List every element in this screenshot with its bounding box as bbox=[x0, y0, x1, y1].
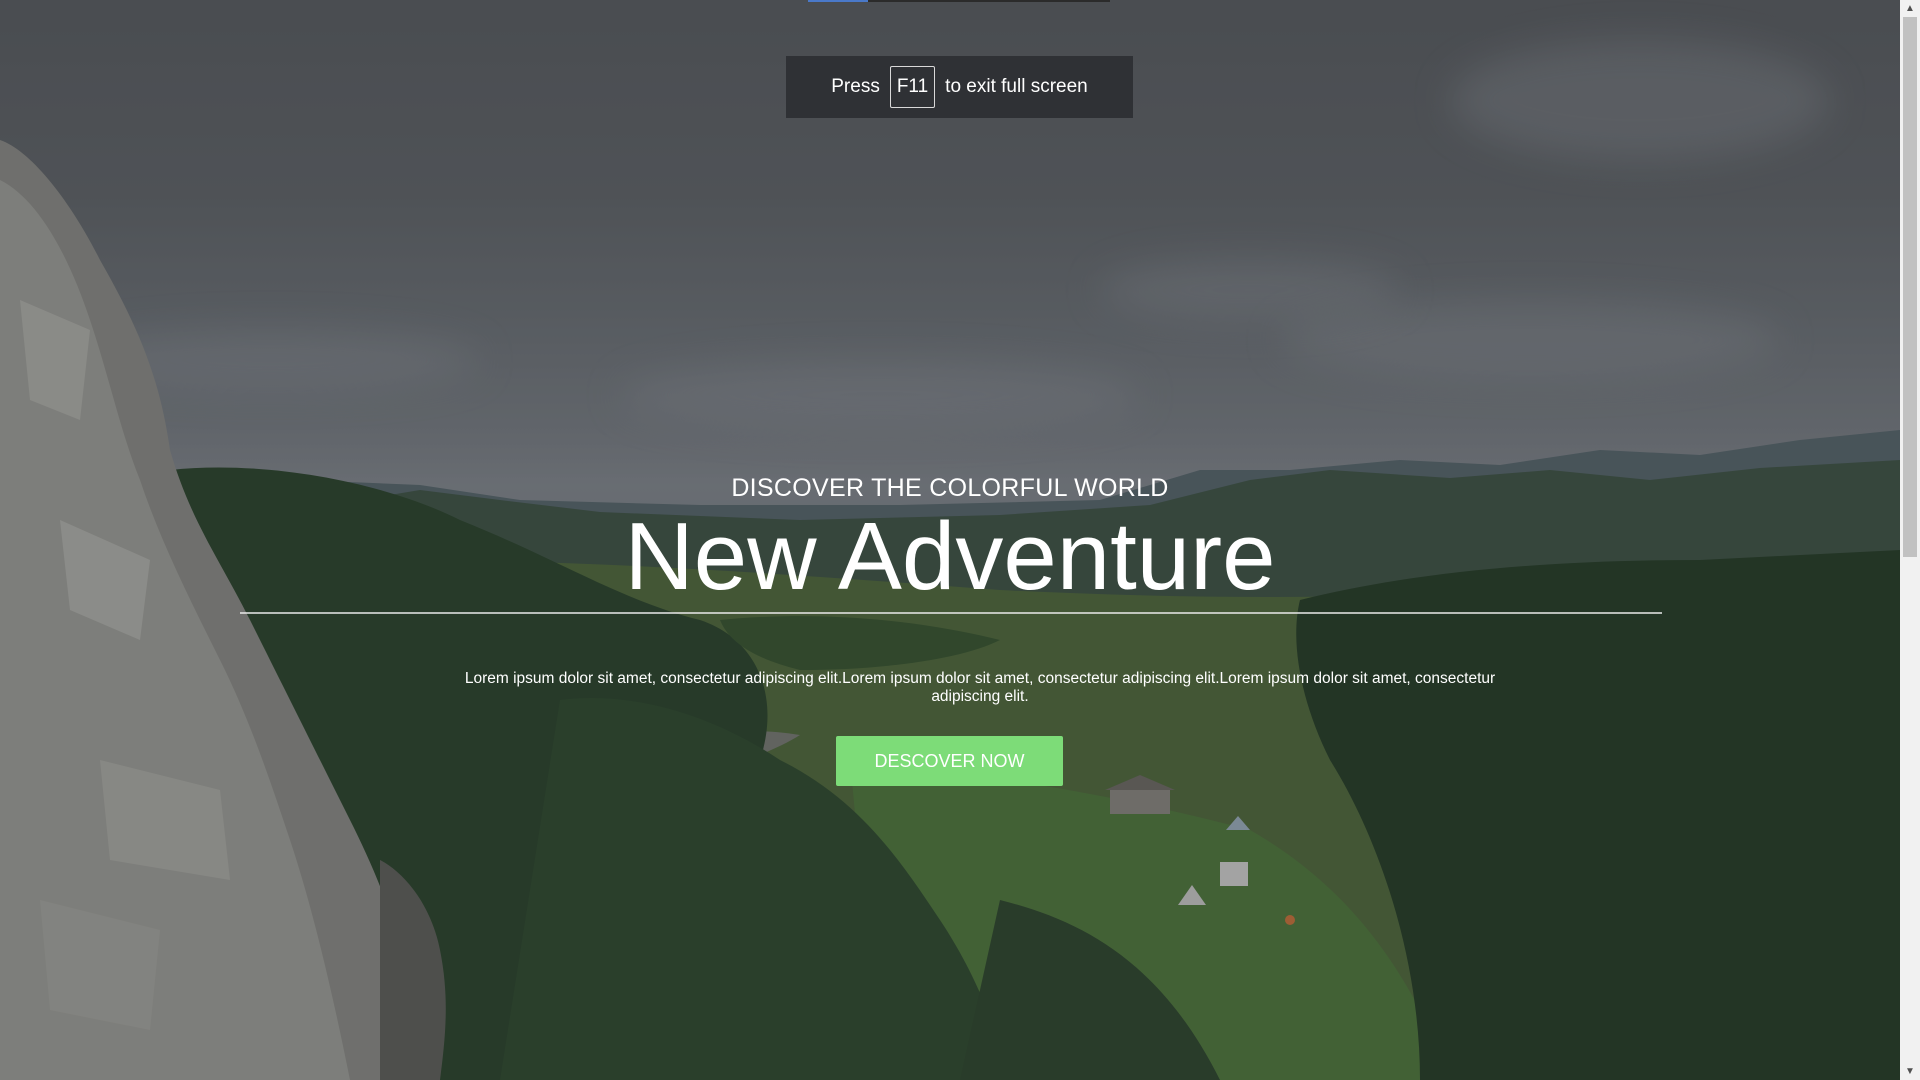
hero-description: Lorem ipsum dolor sit amet, consectetur … bbox=[464, 670, 1496, 705]
notice-text-before: Press bbox=[831, 76, 880, 97]
vertical-scrollbar[interactable]: ▲ ▼ bbox=[1900, 0, 1920, 1080]
discover-now-button[interactable]: DESCOVER NOW bbox=[836, 736, 1063, 786]
fullscreen-exit-notice: Press F11 to exit full screen bbox=[786, 56, 1133, 118]
f11-key-badge: F11 bbox=[889, 66, 936, 108]
hero-title: New Adventure bbox=[624, 503, 1276, 610]
chevron-up-icon[interactable]: ▲ bbox=[1900, 0, 1920, 17]
hero-divider bbox=[240, 612, 1662, 614]
chevron-down-icon[interactable]: ▼ bbox=[1900, 1063, 1920, 1080]
header-accent bbox=[808, 0, 868, 2]
notice-text-after: to exit full screen bbox=[945, 76, 1088, 97]
page: Press F11 to exit full screen DISCOVER T… bbox=[0, 0, 1920, 1080]
hero-kicker: DISCOVER THE COLORFUL WORLD bbox=[731, 474, 1169, 502]
scrollbar-thumb[interactable] bbox=[1903, 17, 1917, 557]
header-bar-edge bbox=[808, 0, 1110, 2]
